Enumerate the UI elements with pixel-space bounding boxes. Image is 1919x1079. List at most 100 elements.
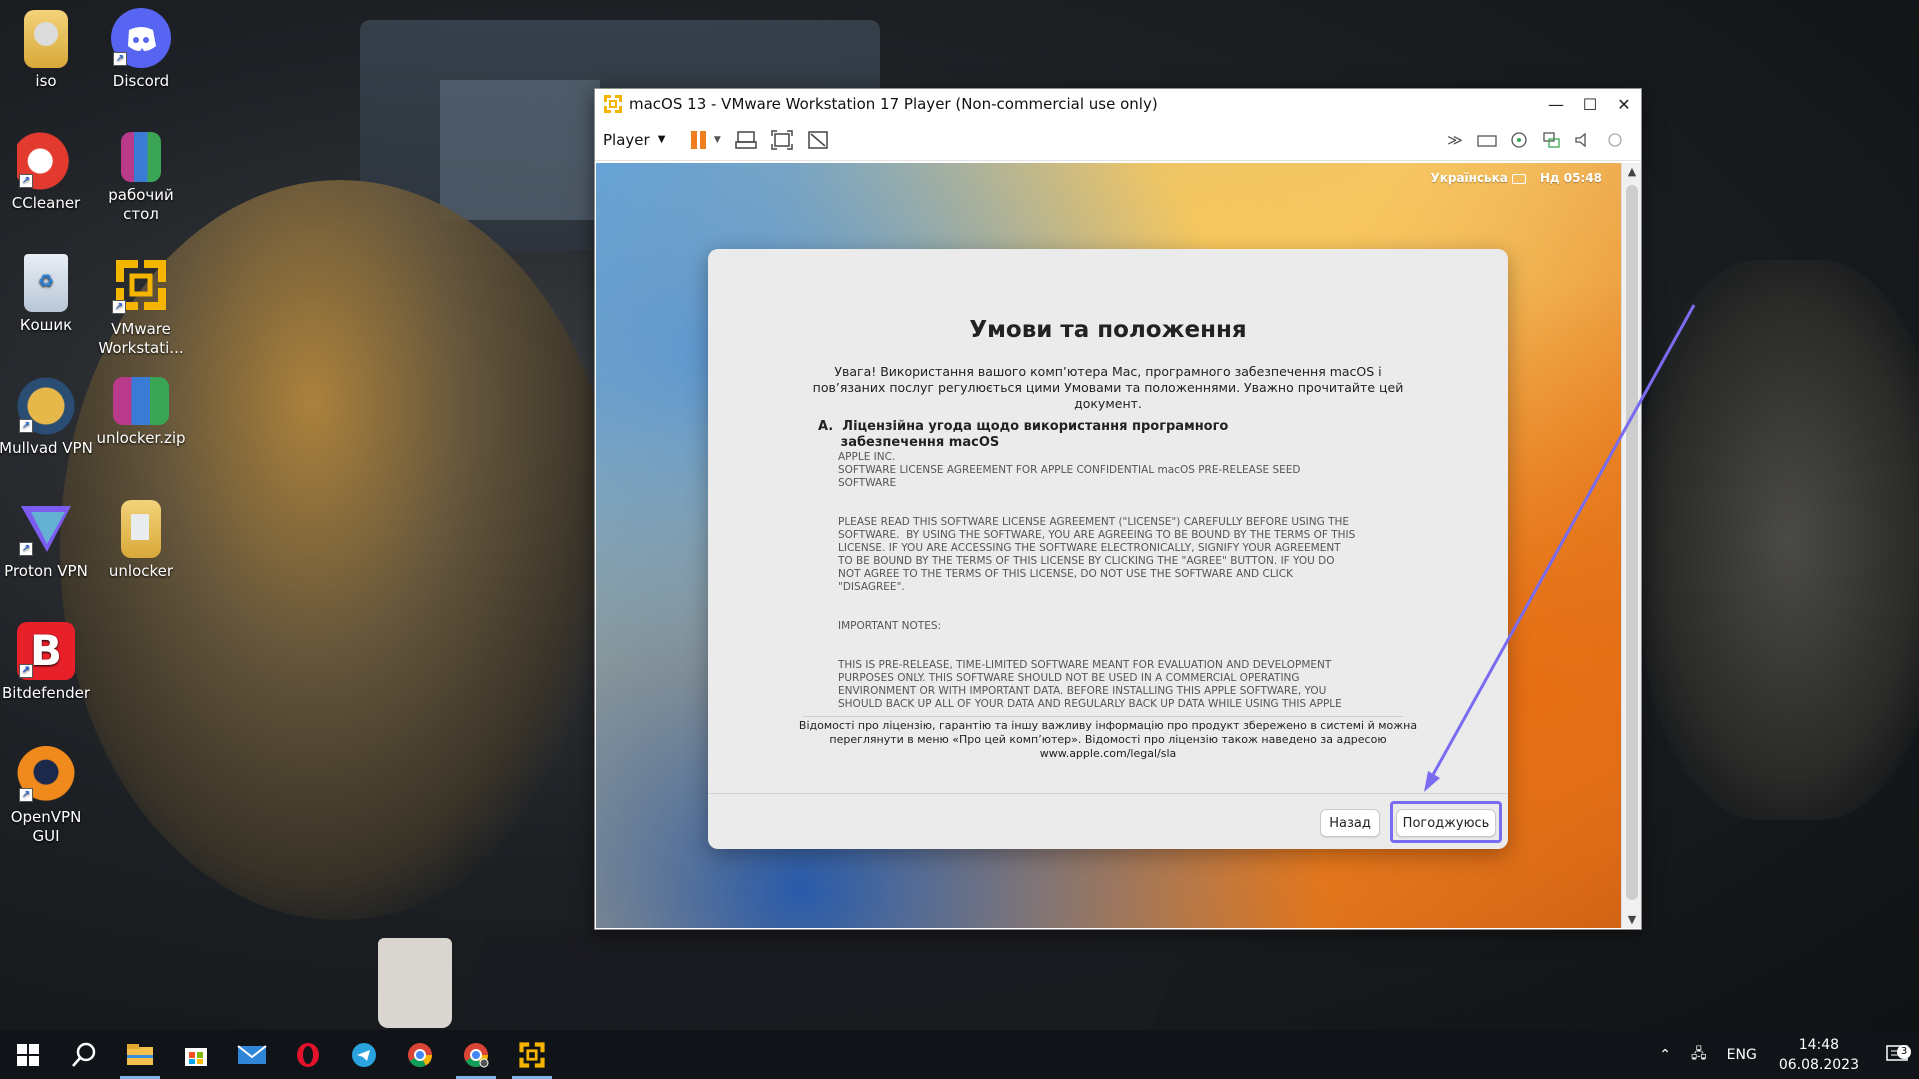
vmware-icon: ↗ (110, 254, 172, 316)
input-language-label: Українська (1430, 171, 1508, 185)
desktop-icon-vmware[interactable]: ↗ VMware Workstati... (93, 254, 189, 358)
desktop-icon-label: Bitdefender (1, 684, 91, 702)
taskbar-mail[interactable] (224, 1030, 280, 1079)
shortcut-arrow-icon: ↗ (19, 788, 33, 802)
taskbar-chrome-profile[interactable] (448, 1030, 504, 1079)
bitdefender-icon: B ↗ (17, 622, 75, 680)
send-keys-icon (735, 130, 758, 149)
input-language-menu[interactable]: Українська (1430, 171, 1526, 185)
keyboard-language[interactable]: ENG (1727, 1047, 1757, 1063)
desktop-icon-label: Proton VPN (4, 562, 88, 580)
hard-disk-icon (1477, 134, 1497, 147)
desktop-icon-discord[interactable]: ↗ Discord (93, 8, 189, 91)
desktop-icon-protonvpn[interactable]: ↗ Proton VPN (0, 500, 94, 581)
vmware-icon (519, 1041, 545, 1068)
desktop-icon-unlocker[interactable]: unlocker (93, 500, 189, 581)
minimize-button[interactable]: — (1539, 95, 1573, 114)
sound-button[interactable] (1569, 126, 1597, 154)
taskbar-store[interactable] (168, 1030, 224, 1079)
search-button[interactable] (56, 1030, 112, 1079)
desktop-icon-openvpn[interactable]: ↗ OpenVPN GUI (0, 746, 94, 846)
more-devices-button[interactable]: ≫ (1441, 126, 1469, 154)
menubar-clock: Нд 05:48 (1539, 171, 1602, 185)
player-menu[interactable]: Player ▼ (603, 131, 665, 149)
winrar-archive-icon (113, 377, 169, 425)
desktop-icon-label: VMware Workstati... (98, 320, 184, 357)
background-cup (378, 938, 452, 1028)
vertical-scrollbar[interactable]: ▲ ▼ (1621, 163, 1641, 928)
recycle-bin-icon: ♻ (24, 254, 68, 312)
license-text-scroll[interactable]: APPLE INC. SOFTWARE LICENSE AGREEMENT FO… (838, 451, 1398, 716)
send-ctrl-alt-del-button[interactable] (731, 126, 761, 154)
vmware-window: macOS 13 - VMware Workstation 17 Player … (594, 88, 1642, 930)
full-screen-button[interactable] (767, 126, 797, 154)
cd-dvd-button[interactable] (1505, 126, 1533, 154)
start-icon (17, 1043, 39, 1066)
desktop-icon-iso[interactable]: iso (0, 10, 94, 91)
close-button[interactable]: ✕ (1607, 95, 1641, 114)
network-button[interactable] (1537, 126, 1565, 154)
desktop-icon-label: unlocker (108, 562, 174, 580)
unity-button[interactable] (803, 126, 833, 154)
ccleaner-icon: ↗ (17, 132, 75, 190)
shortcut-arrow-icon: ↗ (19, 174, 33, 188)
taskbar-telegram[interactable] (336, 1030, 392, 1079)
desktop-icon-label: unlocker.zip (96, 429, 186, 447)
desktop-icon-rabochiy-stol[interactable]: рабочий стол (93, 132, 189, 224)
back-button[interactable]: Назад (1320, 809, 1380, 837)
agree-button-highlight (1390, 801, 1502, 843)
maximize-button[interactable]: ☐ (1573, 95, 1607, 114)
taskbar-file-explorer[interactable] (112, 1030, 168, 1079)
taskbar-clock[interactable]: 14:48 06.08.2023 (1779, 1035, 1859, 1075)
taskbar-opera[interactable] (280, 1030, 336, 1079)
desktop-icon-unlocker-zip[interactable]: unlocker.zip (93, 377, 189, 448)
start-button[interactable] (0, 1030, 56, 1079)
desktop-icon-ccleaner[interactable]: ↗ CCleaner (0, 132, 94, 213)
scrollbar-thumb[interactable] (1626, 185, 1638, 900)
desktop-icon-bitdefender[interactable]: B ↗ Bitdefender (0, 622, 94, 703)
chevron-down-icon[interactable]: ▼ (1622, 913, 1642, 926)
shortcut-arrow-icon: ↗ (19, 542, 33, 556)
pause-button[interactable]: ▼ (685, 126, 725, 154)
network-icon[interactable]: 🖧 (1691, 1043, 1707, 1067)
usb-button[interactable] (1601, 126, 1629, 154)
desktop-icon-recycle-bin[interactable]: ♻ Кошик (0, 254, 94, 335)
vmware-toolbar: Player ▼ ▼ ≫ (595, 119, 1641, 161)
clock-time: 14:48 (1798, 1036, 1840, 1053)
window-title: macOS 13 - VMware Workstation 17 Player … (629, 95, 1158, 113)
taskbar: ⌃ 🖧 ENG 14:48 06.08.2023 3 (0, 1030, 1919, 1079)
chrome-icon (408, 1042, 432, 1067)
folder-icon (24, 10, 68, 68)
desktop-icon-mullvad[interactable]: ↗ Mullvad VPN (0, 377, 94, 458)
hard-disk-button[interactable] (1473, 126, 1501, 154)
discord-icon: ↗ (111, 8, 171, 68)
shortcut-arrow-icon: ↗ (19, 664, 33, 678)
store-icon (185, 1047, 207, 1066)
pause-icon (690, 130, 706, 149)
mullvad-icon: ↗ (17, 377, 75, 435)
taskbar-chrome[interactable] (392, 1030, 448, 1079)
chevron-down-icon: ▼ (713, 134, 721, 145)
folder-icon (121, 500, 161, 558)
usb-icon (1608, 132, 1622, 147)
shortcut-arrow-icon: ↗ (19, 419, 33, 433)
player-menu-label: Player (603, 130, 650, 149)
notification-center-button[interactable]: 3 (1875, 1044, 1919, 1065)
keyboard-icon (1511, 173, 1526, 184)
dialog-title: Умови та положення (969, 317, 1247, 343)
speaker-icon (1575, 132, 1586, 147)
chrome-profile-icon (464, 1042, 489, 1067)
taskbar-vmware[interactable] (504, 1030, 560, 1079)
chevron-up-icon[interactable]: ▲ (1622, 165, 1642, 178)
vm-guest-screen[interactable]: Українська Нд 05:48 Умови та положення У… (596, 163, 1622, 928)
desktop-icon-label: Mullvad VPN (0, 439, 93, 457)
shortcut-arrow-icon: ↗ (112, 300, 126, 314)
fullscreen-icon (771, 129, 794, 150)
chevron-up-icon[interactable]: ⌃ (1659, 1047, 1671, 1063)
dialog-intro: Увага! Використання вашого комп’ютера Ma… (812, 364, 1404, 411)
background-screen-glow (440, 80, 600, 220)
window-titlebar[interactable]: macOS 13 - VMware Workstation 17 Player … (595, 89, 1641, 119)
desktop-icon-label: OpenVPN GUI (10, 808, 82, 845)
notification-count: 3 (1897, 1044, 1911, 1059)
divider (803, 716, 1403, 717)
